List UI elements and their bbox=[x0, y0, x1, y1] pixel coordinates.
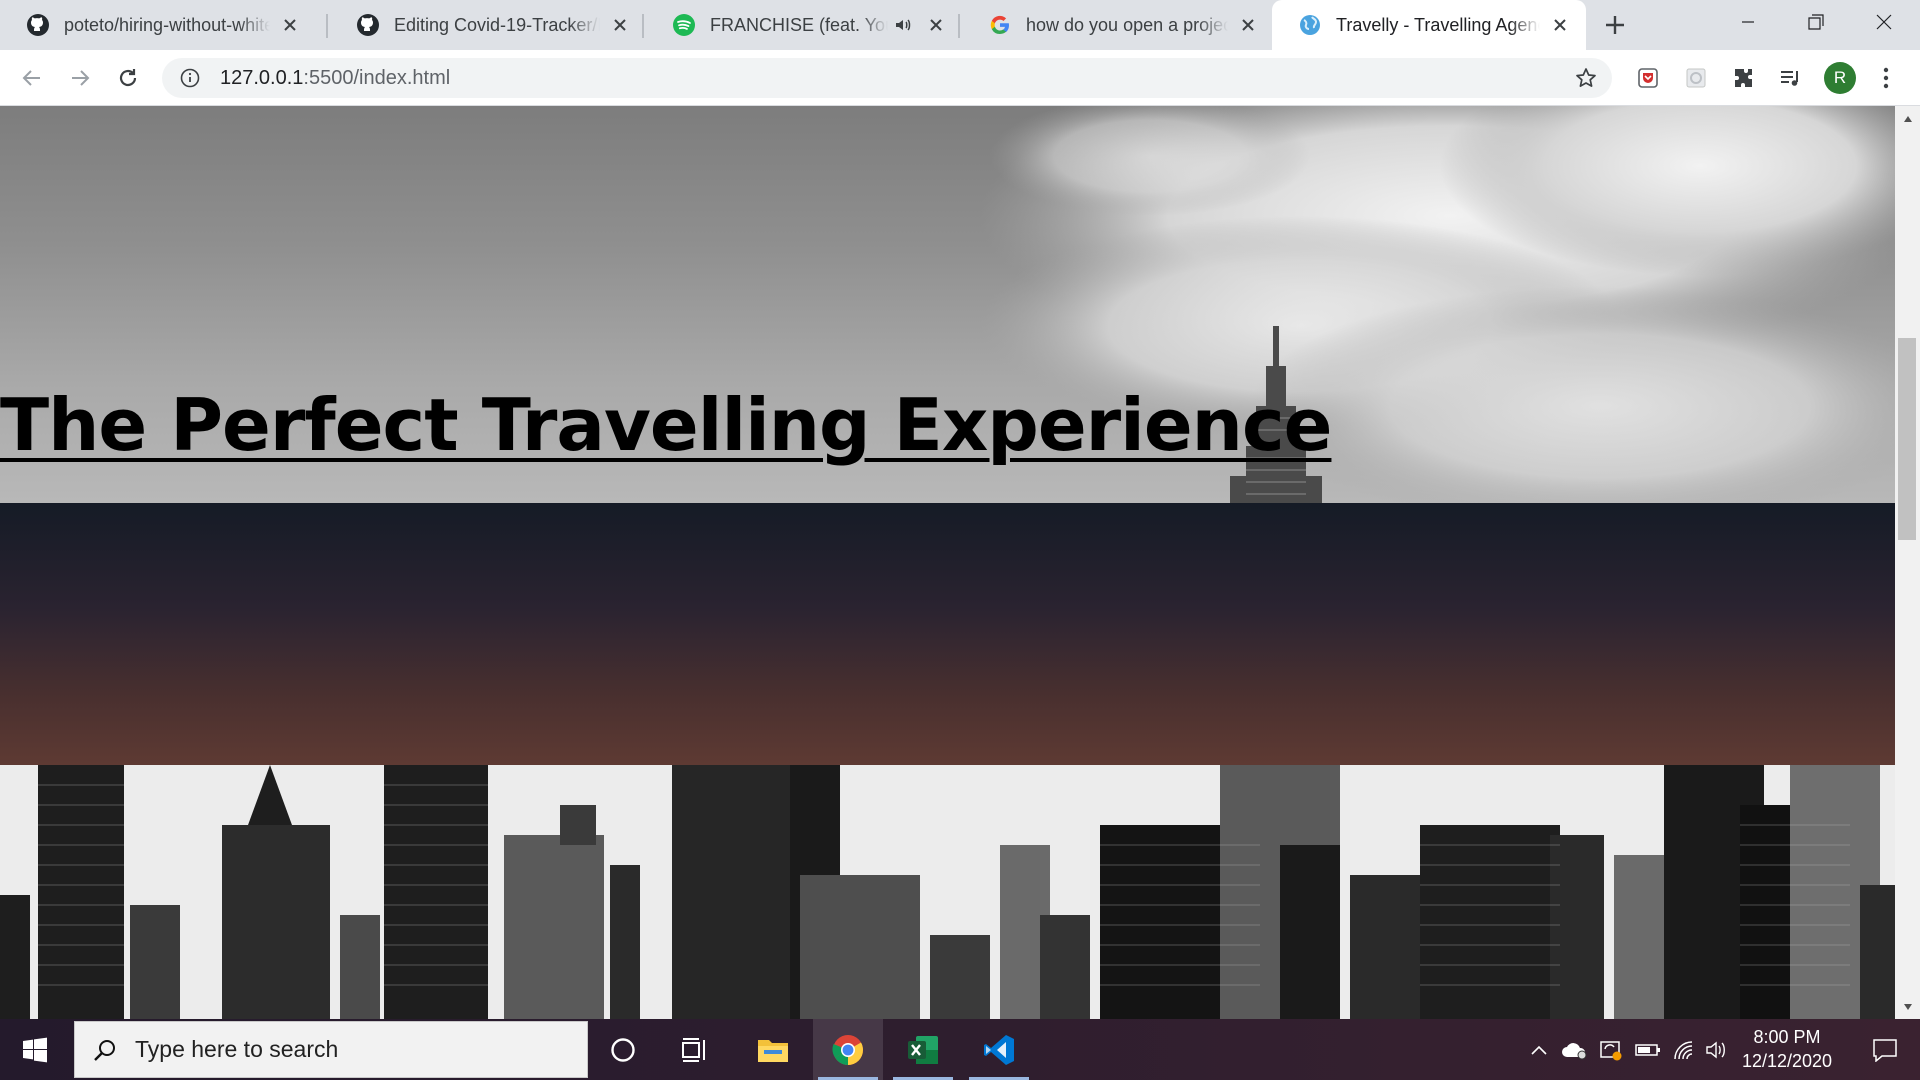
tab-separator bbox=[958, 14, 960, 38]
action-center-button[interactable] bbox=[1850, 1019, 1920, 1080]
scrollbar-thumb[interactable] bbox=[1898, 338, 1916, 540]
tab-travelly-active[interactable]: Travelly - Travelling Agency bbox=[1272, 0, 1586, 50]
close-icon[interactable] bbox=[1236, 18, 1260, 32]
globe-icon bbox=[1298, 13, 1322, 37]
chrome-icon bbox=[832, 1034, 863, 1065]
task-view-icon bbox=[682, 1037, 705, 1062]
wifi-icon bbox=[1674, 1040, 1693, 1059]
taskbar-search-box[interactable]: Type here to search bbox=[74, 1021, 588, 1078]
task-view-button[interactable] bbox=[660, 1019, 730, 1080]
windows-start-button[interactable] bbox=[0, 1019, 70, 1080]
search-placeholder: Type here to search bbox=[135, 1036, 339, 1062]
new-tab-button[interactable] bbox=[1602, 12, 1628, 38]
scroll-down-arrow[interactable] bbox=[1895, 996, 1920, 1018]
puzzle-icon[interactable] bbox=[1728, 62, 1760, 94]
speaker-icon[interactable] bbox=[894, 16, 916, 34]
star-icon[interactable] bbox=[1574, 66, 1598, 90]
excel-taskbar-button[interactable] bbox=[888, 1019, 958, 1080]
tab-strip: poteto/hiring-without-whiteboards Editin… bbox=[0, 0, 1920, 50]
tab-google-search[interactable]: how do you open a project bbox=[962, 0, 1274, 50]
back-button[interactable] bbox=[16, 62, 48, 94]
cortana-icon bbox=[611, 1037, 635, 1062]
chevron-up-icon bbox=[1531, 1045, 1547, 1055]
update-tray-icon[interactable] bbox=[1596, 1019, 1626, 1080]
pocket-extension-icon[interactable] bbox=[1632, 62, 1664, 94]
show-hidden-icons-button[interactable] bbox=[1526, 1019, 1552, 1080]
github-icon bbox=[26, 13, 50, 37]
tab-spotify[interactable]: FRANCHISE (feat. Young bbox=[646, 0, 962, 50]
url-text: 127.0.0.1:5500/index.html bbox=[220, 67, 450, 90]
battery-icon bbox=[1635, 1043, 1660, 1056]
cortana-button[interactable] bbox=[588, 1019, 658, 1080]
windows-taskbar: Type here to search 8:00 PM 12/12/2020 bbox=[0, 1019, 1920, 1080]
notification-icon bbox=[1873, 1038, 1897, 1062]
tab-separator bbox=[326, 14, 328, 38]
address-bar[interactable]: 127.0.0.1:5500/index.html bbox=[162, 58, 1612, 98]
media-control-icon[interactable] bbox=[1774, 62, 1806, 94]
close-icon[interactable] bbox=[608, 18, 632, 32]
spotify-icon bbox=[672, 13, 696, 37]
speaker-icon bbox=[1706, 1041, 1725, 1058]
google-icon bbox=[988, 13, 1012, 37]
extension-icon[interactable] bbox=[1680, 62, 1712, 94]
clock-time: 8:00 PM bbox=[1753, 1027, 1821, 1047]
hero-title[interactable]: The Perfect Travelling Experience bbox=[0, 389, 1332, 461]
tab-title: Editing Covid-19-Tracker/README.md bbox=[394, 14, 600, 35]
file-explorer-button[interactable] bbox=[738, 1019, 808, 1080]
clock-date: 12/12/2020 bbox=[1741, 1051, 1833, 1071]
close-icon[interactable] bbox=[1548, 18, 1572, 32]
vscode-icon bbox=[984, 1034, 1014, 1065]
search-icon bbox=[91, 1036, 119, 1064]
restore-button[interactable] bbox=[1782, 0, 1850, 44]
tab-title: how do you open a project bbox=[1026, 14, 1228, 35]
windows-update-icon bbox=[1600, 1040, 1622, 1060]
github-icon bbox=[356, 13, 380, 37]
skyline-illustration bbox=[0, 765, 1895, 1019]
browser-toolbar: 127.0.0.1:5500/index.html bbox=[0, 50, 1920, 106]
taskbar-clock[interactable]: 8:00 PM 12/12/2020 bbox=[1728, 1025, 1846, 1075]
page-scrollbar[interactable] bbox=[1895, 106, 1920, 1019]
close-window-button[interactable] bbox=[1850, 0, 1918, 44]
url-host: 127.0.0.1 bbox=[220, 66, 304, 89]
city-skyline-image bbox=[0, 765, 1895, 1019]
hero-section: The Perfect Travelling Experience bbox=[0, 106, 1895, 503]
windows-logo-icon bbox=[23, 1037, 47, 1062]
tab-title: Travelly - Travelling Agency bbox=[1336, 14, 1540, 35]
tab-separator bbox=[642, 14, 644, 38]
page-viewport: The Perfect Travelling Experience bbox=[0, 106, 1895, 1019]
cloud-icon bbox=[1562, 1042, 1587, 1059]
tab-github-hiring[interactable]: poteto/hiring-without-whiteboards bbox=[0, 0, 316, 50]
gradient-band bbox=[0, 503, 1895, 765]
tab-title: poteto/hiring-without-whiteboards bbox=[64, 14, 270, 35]
info-icon[interactable] bbox=[178, 66, 202, 90]
wifi-tray-icon[interactable] bbox=[1668, 1019, 1700, 1080]
reload-button[interactable] bbox=[112, 62, 144, 94]
scroll-up-arrow[interactable] bbox=[1895, 108, 1920, 130]
folder-icon bbox=[758, 1039, 788, 1062]
tab-github-covid[interactable]: Editing Covid-19-Tracker/README.md bbox=[330, 0, 646, 50]
forward-button[interactable] bbox=[64, 62, 96, 94]
close-icon[interactable] bbox=[278, 18, 302, 32]
tab-title: FRANCHISE (feat. Young bbox=[710, 14, 888, 35]
battery-tray-icon[interactable] bbox=[1632, 1019, 1664, 1080]
profile-avatar[interactable]: R bbox=[1824, 62, 1856, 94]
menu-icon[interactable] bbox=[1870, 62, 1902, 94]
onedrive-tray-icon[interactable] bbox=[1558, 1019, 1590, 1080]
close-icon[interactable] bbox=[924, 18, 948, 32]
chrome-taskbar-button[interactable] bbox=[813, 1019, 883, 1080]
vscode-taskbar-button[interactable] bbox=[964, 1019, 1034, 1080]
excel-icon bbox=[908, 1035, 938, 1064]
url-path: :5500/index.html bbox=[303, 66, 451, 89]
minimize-button[interactable] bbox=[1714, 0, 1782, 44]
